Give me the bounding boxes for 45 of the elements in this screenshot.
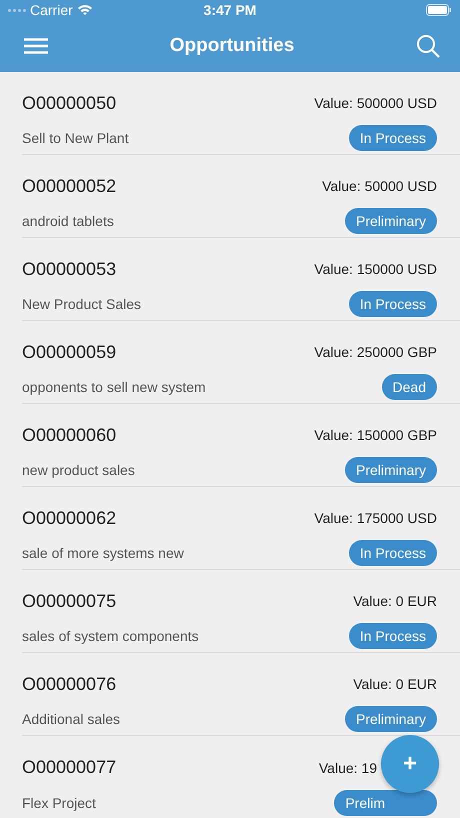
status-badge: Dead [382,374,437,400]
opportunity-description: Flex Project [22,795,97,811]
signal-icon [8,8,26,12]
opportunity-id: O00000076 [22,674,118,695]
opportunity-description: New Product Sales [22,296,142,312]
opportunity-id: O00000059 [22,342,118,363]
battery-icon [426,4,452,16]
opportunity-id: O00000053 [22,258,118,280]
opportunity-description: sale of more systems new [22,545,185,562]
menu-icon[interactable] [24,38,48,54]
opportunity-value: Value: 150000 USD [314,261,437,278]
opportunity-value: Value: 0 EUR [353,676,437,692]
opportunity-value: Value: 250000 GBP [314,344,437,360]
opportunity-description: opponents to sell new system [22,379,207,396]
opportunity-description: Additional sales [22,711,122,728]
opportunity-id: O00000075 [22,590,118,612]
carrier-label: Carrier [30,2,73,18]
status-badge: In Process [348,540,437,566]
opportunity-description: android tablets [22,213,115,230]
status-badge: Preliminary [344,706,437,732]
status-badge: In Process [348,291,437,318]
opportunity-value: Value: 500000 USD [314,95,437,112]
status-badge: Preliminary [344,208,437,234]
opportunity-id: O00000052 [22,176,118,197]
opportunity-description: Sell to New Plant [22,130,130,146]
screen-title: Opportunities [168,35,296,57]
opportunity-id: O00000050 [22,92,118,114]
opportunity-value: Value: 0 EUR [353,593,437,610]
opportunity-value: Value: 19 [318,760,377,776]
opportunity-value: Value: 150000 GBP [314,427,437,444]
status-badge: In Process [348,125,437,152]
add-button[interactable]: + [381,735,439,793]
wifi-icon [76,4,93,16]
status-time: 3:47 PM [204,2,256,18]
opportunity-id: O00000060 [22,424,118,446]
opportunity-value: Value: 50000 USD [322,178,437,194]
opportunity-id: O00000062 [22,508,118,529]
opportunity-description: new product sales [22,462,136,478]
opportunity-id: O00000077 [22,757,118,778]
opportunity-value: Value: 175000 USD [314,510,437,526]
status-badge: In Process [348,623,437,650]
status-badge: Prelim [334,790,437,816]
status-badge: Preliminary [344,457,437,484]
opportunity-description: sales of system components [22,628,200,644]
search-icon[interactable] [416,34,440,58]
